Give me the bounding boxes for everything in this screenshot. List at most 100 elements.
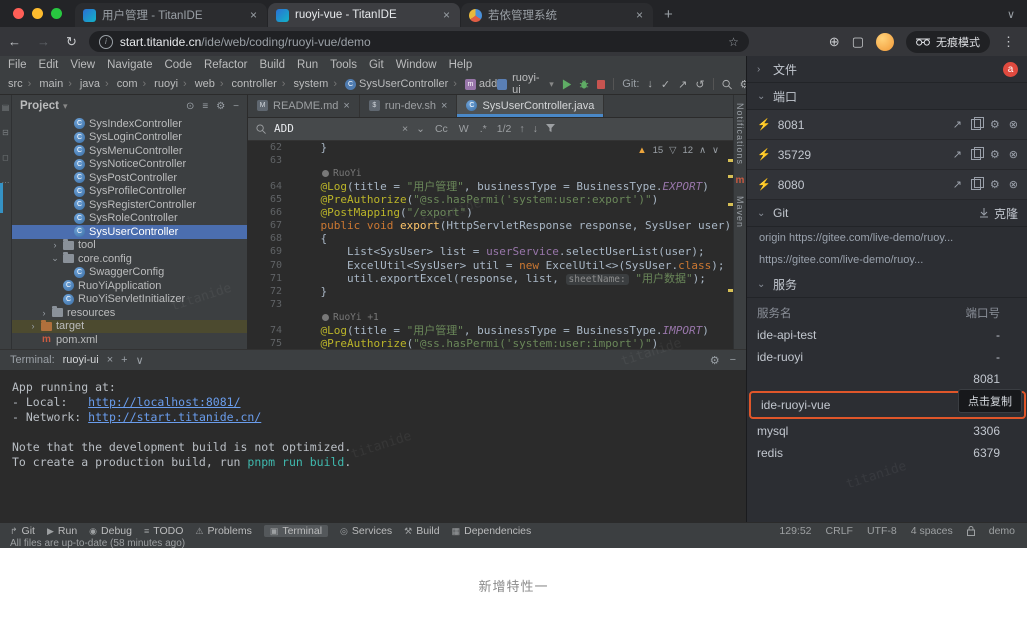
breadcrumb-item[interactable]: system bbox=[277, 78, 329, 90]
port-row[interactable]: ⚡ 8080 ↗ ⚙ ⊗ bbox=[747, 170, 1027, 200]
git-push-icon[interactable]: ↗ bbox=[678, 78, 687, 91]
open-in-browser-icon[interactable]: ↗ bbox=[953, 148, 962, 161]
search-input[interactable]: ADD bbox=[274, 122, 394, 135]
editor-tab[interactable]: C SysUserController.java bbox=[457, 95, 604, 117]
menu-item[interactable]: Build bbox=[253, 59, 291, 71]
menu-item[interactable]: File bbox=[2, 59, 33, 71]
port-row[interactable]: ⚡ 35729 ↗ ⚙ ⊗ bbox=[747, 140, 1027, 170]
text-segment[interactable]: http://start.titanide.cn/ bbox=[88, 410, 261, 424]
project-tree-item[interactable]: › resources bbox=[12, 306, 247, 320]
git-update-icon[interactable]: ↓ bbox=[647, 78, 653, 90]
services-section-header[interactable]: ⌄ 服务 bbox=[747, 271, 1027, 298]
git-commit-icon[interactable]: ✓ bbox=[661, 78, 670, 91]
tool-window-button[interactable]: ▶ Run bbox=[47, 525, 77, 537]
close-tab-icon[interactable]: × bbox=[343, 100, 349, 112]
chevron-down-icon[interactable]: ▾ bbox=[63, 101, 68, 112]
tabs-icon[interactable]: ▢ bbox=[852, 34, 864, 50]
reload-icon[interactable]: ↻ bbox=[58, 34, 85, 50]
caret-position-widget[interactable]: 129:52 bbox=[779, 525, 811, 537]
tool-window-button[interactable]: ▣ Terminal bbox=[264, 525, 328, 537]
close-tab-icon[interactable]: × bbox=[248, 8, 259, 22]
breadcrumb-item[interactable]: m add bbox=[448, 78, 497, 90]
remove-port-icon[interactable]: ⊗ bbox=[1009, 178, 1018, 191]
tree-expand-icon[interactable]: › bbox=[51, 240, 59, 250]
tool-window-button[interactable]: ≡ TODO bbox=[144, 525, 183, 537]
breadcrumb-item[interactable]: com bbox=[100, 78, 137, 90]
address-bar[interactable]: i start.titanide.cn/ide/web/coding/ruoyi… bbox=[89, 31, 749, 52]
git-remote-url[interactable]: https://gitee.com/live-demo/ruoy... bbox=[747, 249, 1027, 271]
avatar[interactable] bbox=[876, 33, 894, 51]
project-tree-item[interactable]: C SysNoticeController bbox=[12, 158, 247, 172]
remove-port-icon[interactable]: ⊗ bbox=[1009, 148, 1018, 161]
project-tree-item[interactable]: C SysIndexController bbox=[12, 117, 247, 131]
next-problem-icon[interactable]: ∨ bbox=[712, 145, 719, 156]
project-title[interactable]: Project bbox=[20, 100, 59, 112]
git-rollback-icon[interactable]: ↺ bbox=[695, 78, 704, 91]
port-settings-icon[interactable]: ⚙ bbox=[990, 118, 1000, 131]
breadcrumb-item[interactable]: C SysUserController bbox=[328, 78, 448, 90]
files-section-header[interactable]: › 文件 a bbox=[747, 56, 1027, 83]
back-icon[interactable]: ← bbox=[0, 34, 29, 49]
menu-item[interactable]: Code bbox=[158, 59, 198, 71]
search-option-toggle[interactable]: Cc bbox=[433, 123, 450, 135]
editor-code-area[interactable]: 62 } 63 RuoYi 64 @Log(title = "用户管理", bu… bbox=[248, 141, 733, 349]
minimize-terminal-icon[interactable]: − bbox=[730, 354, 736, 367]
git-branch-widget[interactable]: demo bbox=[989, 525, 1015, 537]
copy-icon[interactable] bbox=[971, 179, 981, 190]
project-tree-item[interactable]: C SysPostController bbox=[12, 171, 247, 185]
tab-search-chevron-icon[interactable]: ∨ bbox=[1007, 8, 1027, 27]
project-tree-item[interactable]: C RuoYiServletInitializer bbox=[12, 293, 247, 307]
terminal-tab[interactable]: ruoyi-ui bbox=[63, 354, 99, 366]
editor-tab[interactable]: M README.md × bbox=[248, 95, 360, 117]
previous-match-icon[interactable]: ↑ bbox=[519, 123, 524, 135]
copy-icon[interactable] bbox=[971, 149, 981, 160]
terminal-dropdown-icon[interactable]: ∨ bbox=[136, 354, 144, 367]
browser-tab[interactable]: ruoyi-vue - TitanIDE × bbox=[268, 3, 460, 27]
extensions-icon[interactable]: ⊕ bbox=[829, 34, 840, 50]
hide-panel-icon[interactable]: − bbox=[233, 101, 239, 112]
menu-item[interactable]: Window bbox=[390, 59, 443, 71]
port-row[interactable]: ⚡ 8081 ↗ ⚙ ⊗ bbox=[747, 110, 1027, 140]
line-separator-widget[interactable]: CRLF bbox=[826, 525, 853, 537]
tree-expand-icon[interactable]: › bbox=[40, 308, 48, 318]
menu-item[interactable]: View bbox=[64, 59, 101, 71]
filter-icon[interactable] bbox=[546, 124, 555, 133]
tool-window-button[interactable]: ◎ Services bbox=[340, 525, 392, 537]
forward-icon[interactable]: → bbox=[29, 34, 58, 49]
expand-search-icon[interactable]: ⌄ bbox=[416, 123, 425, 135]
project-stripe-icon[interactable]: ▤ bbox=[2, 103, 10, 112]
service-row[interactable]: redis 6379 bbox=[747, 442, 1027, 464]
tool-window-button[interactable]: ↱ Git bbox=[10, 525, 35, 537]
close-tab-icon[interactable]: × bbox=[634, 8, 645, 22]
breadcrumb-item[interactable]: web bbox=[178, 78, 215, 90]
terminal-output[interactable]: App running at:- Local: http://localhost… bbox=[0, 370, 746, 524]
git-remote-url[interactable]: origin https://gitee.com/live-demo/ruoy.… bbox=[747, 227, 1027, 249]
project-tree-item[interactable]: C SysRoleController bbox=[12, 212, 247, 226]
search-option-toggle[interactable]: .* bbox=[478, 123, 489, 135]
inspections-widget[interactable]: ▲15 ▽12 ∧ ∨ bbox=[637, 145, 719, 156]
service-row[interactable]: ide-api-test - bbox=[747, 324, 1027, 346]
git-section-header[interactable]: ⌄ Git 克隆 bbox=[747, 200, 1027, 227]
menu-item[interactable]: Tools bbox=[324, 59, 363, 71]
project-tree-item[interactable]: C SysRegisterController bbox=[12, 198, 247, 212]
breadcrumb-item[interactable]: src bbox=[8, 78, 23, 90]
locate-icon[interactable]: ⊙ bbox=[186, 101, 194, 112]
next-match-icon[interactable]: ↓ bbox=[533, 123, 538, 135]
project-tree-item[interactable]: ⌄ core.config bbox=[12, 252, 247, 266]
editor-tab[interactable]: $ run-dev.sh × bbox=[360, 95, 458, 117]
menu-item[interactable]: Refactor bbox=[198, 59, 253, 71]
minimize-window-button[interactable] bbox=[32, 8, 43, 19]
editor-scrollbar[interactable] bbox=[728, 141, 733, 349]
terminal-settings-icon[interactable]: ⚙ bbox=[710, 354, 720, 367]
menu-item[interactable]: Navigate bbox=[101, 59, 158, 71]
tool-window-button[interactable]: ▦ Dependencies bbox=[452, 525, 532, 537]
bookmarks-stripe-icon[interactable]: ◻ bbox=[2, 153, 9, 162]
service-row[interactable]: ide-ruoyi - bbox=[747, 346, 1027, 368]
site-info-icon[interactable]: i bbox=[99, 35, 113, 49]
tool-window-button[interactable]: ◉ Debug bbox=[89, 525, 132, 537]
bookmark-star-icon[interactable]: ☆ bbox=[728, 35, 739, 49]
tree-expand-icon[interactable]: › bbox=[29, 321, 37, 331]
project-tree-item[interactable]: C SysLoginController bbox=[12, 131, 247, 145]
browser-tab[interactable]: 用户管理 - TitanIDE × bbox=[75, 3, 267, 27]
port-settings-icon[interactable]: ⚙ bbox=[990, 148, 1000, 161]
